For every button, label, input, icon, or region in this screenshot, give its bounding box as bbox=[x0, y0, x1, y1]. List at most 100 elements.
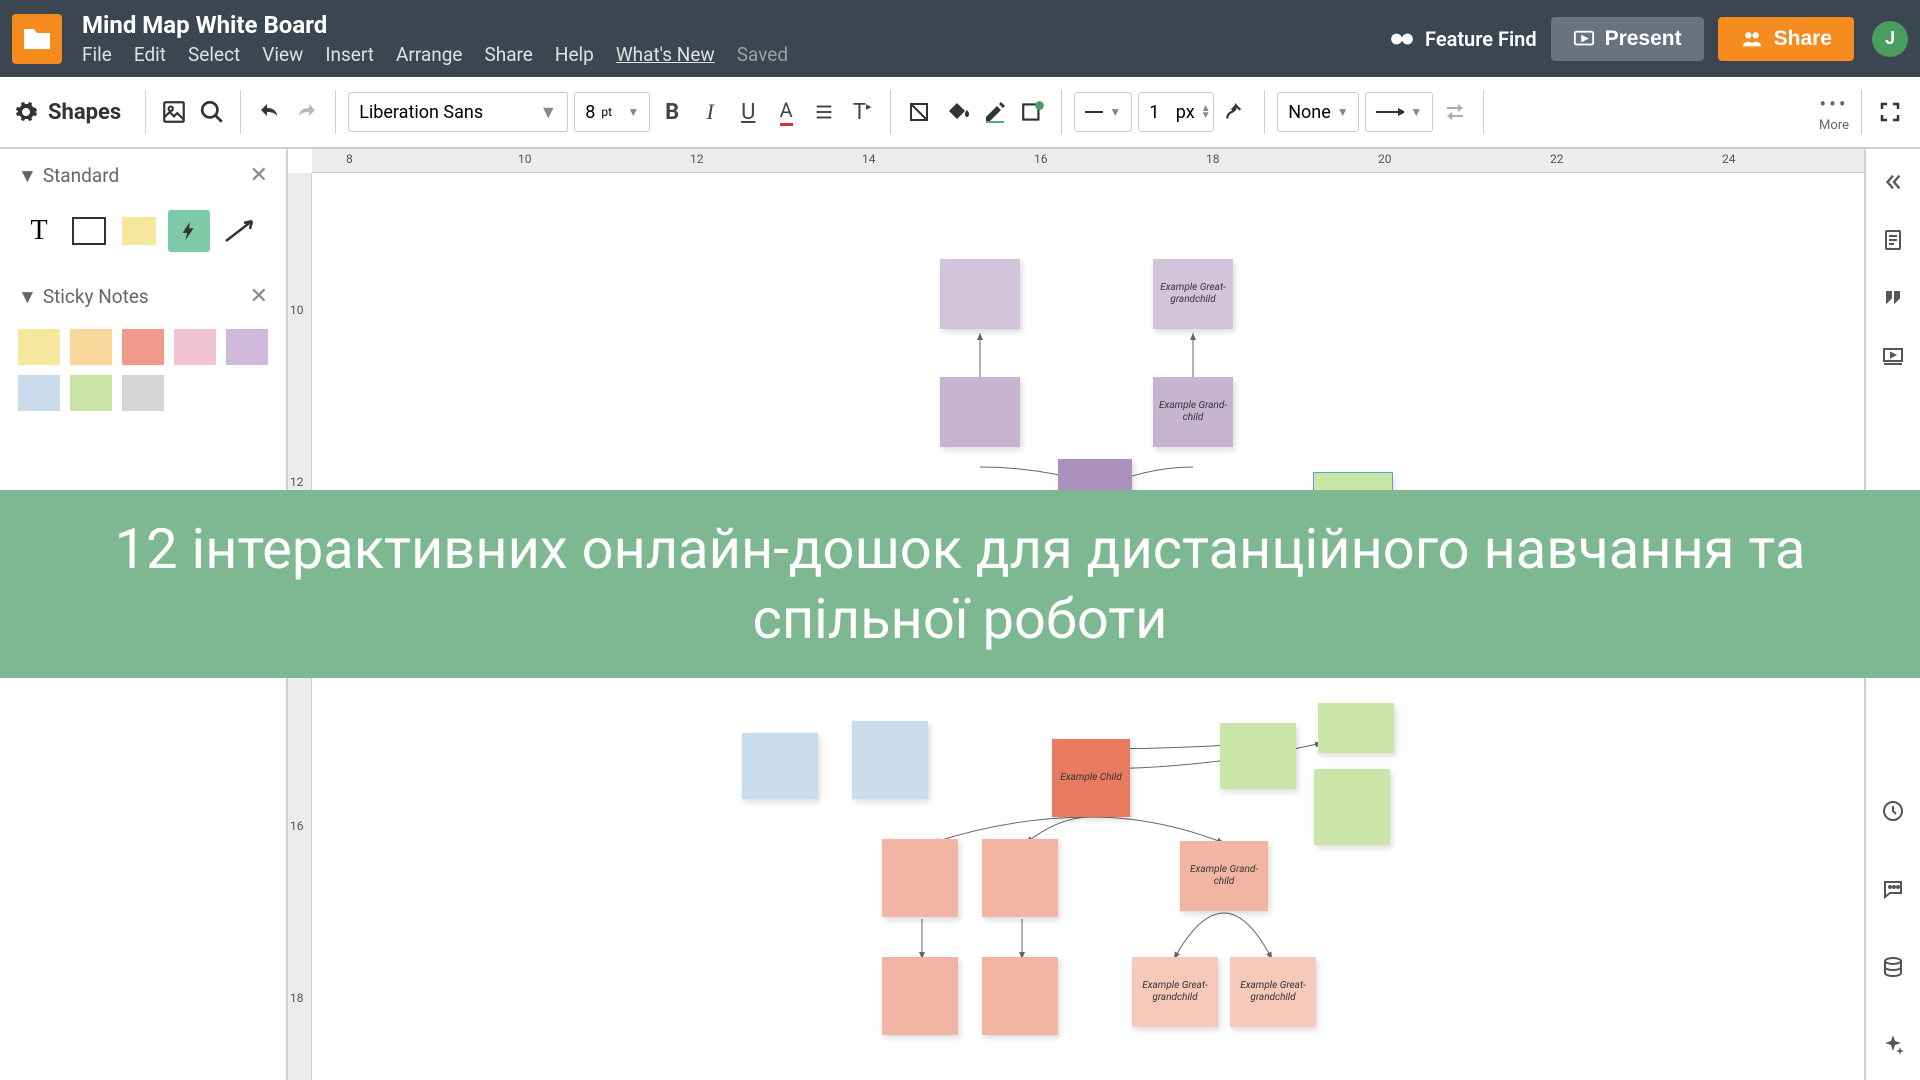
bucket-button[interactable] bbox=[941, 96, 973, 128]
menu-select[interactable]: Select bbox=[188, 43, 240, 66]
clipboard-button[interactable] bbox=[1878, 225, 1908, 255]
mindmap-node[interactable]: Example Grand-child bbox=[1153, 377, 1233, 447]
sticky-purple[interactable] bbox=[226, 329, 268, 365]
menu-arrange[interactable]: Arrange bbox=[396, 43, 462, 66]
mindmap-node[interactable] bbox=[882, 839, 958, 917]
app-header: Mind Map White Board File Edit Select Vi… bbox=[0, 0, 1920, 77]
history-button[interactable] bbox=[1878, 796, 1908, 826]
text-shape[interactable]: T bbox=[18, 210, 60, 252]
user-avatar[interactable]: J bbox=[1872, 21, 1908, 57]
sticky-notes-panel-header[interactable]: ▼Sticky Notes ✕ bbox=[0, 270, 286, 323]
text-color-button[interactable]: A bbox=[770, 96, 802, 128]
rect-shape[interactable] bbox=[68, 210, 110, 252]
mindmap-node[interactable] bbox=[982, 839, 1058, 917]
mindmap-node[interactable] bbox=[1318, 703, 1394, 753]
underline-button[interactable]: U bbox=[732, 96, 764, 128]
menu-insert[interactable]: Insert bbox=[325, 43, 374, 66]
text-size-button[interactable]: T▸ bbox=[846, 96, 878, 128]
menu-file[interactable]: File bbox=[82, 43, 112, 66]
undo-icon bbox=[257, 100, 281, 124]
close-icon[interactable]: ✕ bbox=[250, 163, 268, 188]
mindmap-node[interactable]: Example Great-grandchild bbox=[1230, 957, 1316, 1027]
lightning-icon bbox=[178, 217, 200, 245]
mindmap-node[interactable] bbox=[982, 957, 1058, 1035]
collapse-button[interactable] bbox=[1878, 167, 1908, 197]
clipboard-icon bbox=[1881, 228, 1905, 252]
feature-find-button[interactable]: Feature Find bbox=[1389, 26, 1537, 52]
play-icon bbox=[1573, 28, 1595, 50]
fill-button[interactable] bbox=[903, 96, 935, 128]
swap-icon bbox=[1443, 100, 1467, 124]
note-shape[interactable] bbox=[118, 210, 160, 252]
fullscreen-button[interactable] bbox=[1874, 96, 1906, 128]
mindmap-node[interactable] bbox=[1314, 769, 1390, 845]
text-size-icon: T▸ bbox=[853, 100, 872, 125]
mindmap-node[interactable]: Example Great-grandchild bbox=[1153, 259, 1233, 329]
folder-icon bbox=[22, 27, 52, 51]
separator bbox=[1264, 90, 1265, 134]
sticky-green[interactable] bbox=[70, 375, 112, 411]
shape-style-button[interactable] bbox=[1017, 96, 1049, 128]
sparkle-button[interactable] bbox=[1878, 1030, 1908, 1060]
menu-view[interactable]: View bbox=[262, 43, 303, 66]
arrow-end-select[interactable]: ▼ bbox=[1365, 92, 1433, 132]
sticky-yellow1[interactable] bbox=[18, 329, 60, 365]
slides-button[interactable] bbox=[1878, 341, 1908, 371]
italic-icon: I bbox=[707, 99, 714, 125]
standard-panel-header[interactable]: ▼Standard ✕ bbox=[0, 149, 286, 202]
swap-arrows-button[interactable] bbox=[1439, 96, 1471, 128]
line-width-select[interactable]: 1 px▲▼ bbox=[1138, 92, 1214, 132]
menu-whats-new[interactable]: What's New bbox=[616, 43, 715, 66]
comment-button[interactable] bbox=[1878, 283, 1908, 313]
mindmap-node[interactable] bbox=[1220, 723, 1296, 789]
pencil-icon bbox=[983, 100, 1007, 124]
mindmap-node[interactable]: Example Great-grandchild bbox=[1132, 957, 1218, 1027]
app-logo[interactable] bbox=[12, 14, 62, 64]
slides-icon bbox=[1881, 344, 1905, 368]
arrow-start-select[interactable]: None▼ bbox=[1277, 92, 1359, 132]
shapes-panel-toggle[interactable]: Shapes bbox=[14, 100, 121, 125]
mindmap-node[interactable]: Example Grand-child bbox=[1180, 841, 1268, 911]
line-style-select[interactable]: ▼ bbox=[1074, 92, 1132, 132]
menu-help[interactable]: Help bbox=[555, 43, 594, 66]
mindmap-node[interactable] bbox=[852, 721, 928, 799]
sticky-gray[interactable] bbox=[122, 375, 164, 411]
sticky-coral[interactable] bbox=[122, 329, 164, 365]
image-button[interactable] bbox=[158, 96, 190, 128]
mindmap-node[interactable] bbox=[742, 733, 818, 799]
search-button[interactable] bbox=[196, 96, 228, 128]
image-icon bbox=[161, 99, 187, 125]
fill-icon bbox=[907, 100, 931, 124]
sticky-blue[interactable] bbox=[18, 375, 60, 411]
mindmap-node[interactable]: Example Child bbox=[1052, 739, 1130, 817]
undo-button[interactable] bbox=[253, 96, 285, 128]
menu-edit[interactable]: Edit bbox=[134, 43, 166, 66]
document-title[interactable]: Mind Map White Board bbox=[82, 11, 1389, 39]
overlay-banner: 12 інтерактивних онлайн-дошок для дистан… bbox=[0, 490, 1920, 678]
lightning-shape[interactable] bbox=[168, 210, 210, 252]
arrow-shape[interactable] bbox=[218, 210, 260, 252]
sticky-yellow2[interactable] bbox=[70, 329, 112, 365]
chat-button[interactable] bbox=[1878, 874, 1908, 904]
mindmap-node[interactable] bbox=[882, 957, 958, 1035]
bucket-icon bbox=[945, 100, 969, 124]
more-button[interactable]: ••• More bbox=[1819, 92, 1849, 133]
border-color-button[interactable] bbox=[979, 96, 1011, 128]
text-color-icon: A bbox=[780, 98, 793, 126]
bold-icon: B bbox=[665, 100, 679, 125]
menu-share[interactable]: Share bbox=[484, 43, 532, 66]
line-curve-button[interactable] bbox=[1220, 96, 1252, 128]
data-button[interactable] bbox=[1878, 952, 1908, 982]
font-family-select[interactable]: Liberation Sans▼ bbox=[348, 92, 568, 132]
align-button[interactable] bbox=[808, 96, 840, 128]
present-button[interactable]: Present bbox=[1551, 17, 1704, 61]
close-icon[interactable]: ✕ bbox=[250, 284, 268, 309]
sticky-pink[interactable] bbox=[174, 329, 216, 365]
bold-button[interactable]: B bbox=[656, 96, 688, 128]
redo-button[interactable] bbox=[291, 96, 323, 128]
share-button[interactable]: Share bbox=[1718, 17, 1854, 61]
mindmap-node[interactable] bbox=[940, 377, 1020, 447]
italic-button[interactable]: I bbox=[694, 96, 726, 128]
mindmap-node[interactable] bbox=[940, 259, 1020, 329]
font-size-select[interactable]: 8pt▼ bbox=[574, 92, 650, 132]
